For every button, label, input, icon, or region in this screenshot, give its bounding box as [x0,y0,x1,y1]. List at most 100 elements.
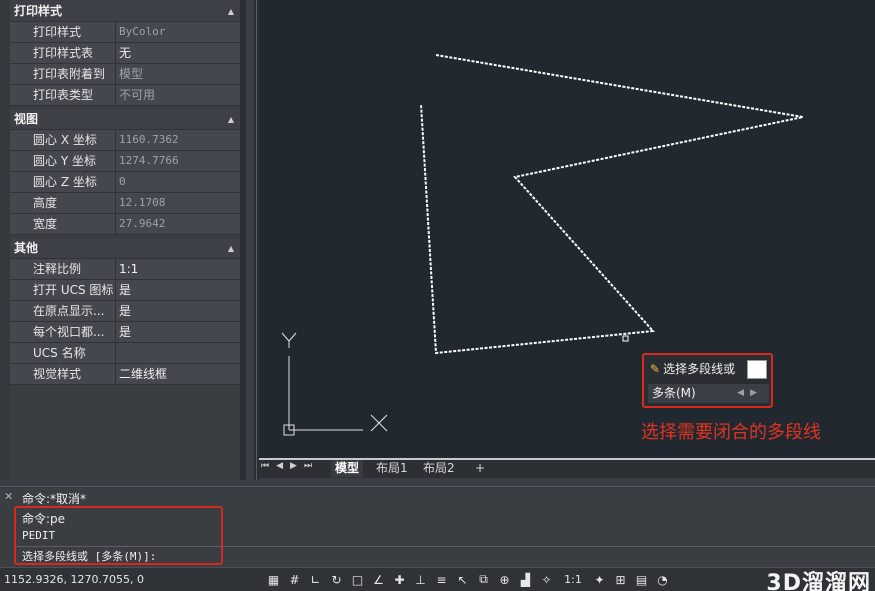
isolate-icon[interactable]: ⊞ [611,570,630,589]
property-value[interactable]: 是 [116,301,240,321]
model-space-icon[interactable]: ▦ [264,570,283,589]
snap-icon[interactable]: ∟ [306,570,325,589]
ortho-icon[interactable]: ↻ [327,570,346,589]
property-value[interactable]: 0 [116,172,240,192]
hardware-acceleration-icon[interactable]: ▤ [632,570,651,589]
property-row[interactable]: 每个视口都... 是 [10,322,240,343]
property-value[interactable]: 27.9642 [116,214,240,234]
annotation-monitor-icon[interactable]: ⧉ [474,570,493,589]
property-row[interactable]: 视觉样式 二维线框 [10,364,240,385]
layout-tab-bar: ⏮◀▶⏭ 模型 布局1 布局2 + [259,458,875,478]
property-key: 圆心 Z 坐标 [10,172,116,192]
prompt-line: ✎ 选择多段线或 [650,360,735,377]
option-arrows-icon[interactable]: ◀▶ [737,384,763,403]
section-header-view[interactable]: 视图 ▲ [10,109,240,130]
prompt-option-multiple[interactable]: 多条(M) ◀▶ [648,384,769,403]
property-key: 高度 [10,193,116,213]
workspace-icon[interactable]: ▟ [516,570,535,589]
watermark: 3D溜溜网 [766,571,871,591]
property-key: 打印样式表 [10,43,116,63]
property-value[interactable]: 1:1 [116,259,240,279]
selected-polyline[interactable] [420,54,804,355]
property-value[interactable]: 无 [116,43,240,63]
properties-palette: 打印样式 ▲ 打印样式 ByColor 打印样式表无 打印表附着到 模型 打印表类型… [0,0,246,480]
property-row[interactable]: 圆心 Y 坐标 1274.7766 [10,151,240,172]
selection-cycling-icon[interactable]: ↖ [453,570,472,589]
tab-layout2[interactable]: 布局2 [419,460,459,477]
zoom-icon[interactable]: ⊕ [495,570,514,589]
osnap-icon[interactable]: ∠ [369,570,388,589]
tab-navigation-icons[interactable]: ⏮◀▶⏭ [261,461,319,471]
property-row[interactable]: 高度 12.1708 [10,193,240,214]
section-title: 其他 [14,241,39,255]
annotation-scale[interactable]: 1:1 [558,570,588,589]
section-header-plot-style[interactable]: 打印样式 ▲ [10,1,240,22]
property-value[interactable]: 是 [116,322,240,342]
ucs-x-label: X [259,0,267,3]
property-key: 打印表附着到 [10,64,116,84]
annotation-text: 选择需要闭合的多段线 [641,422,821,443]
auto-scale-icon[interactable]: ✦ [590,570,609,589]
clean-screen-icon[interactable]: ◔ [653,570,672,589]
tab-add[interactable]: + [471,460,489,477]
section-title: 视图 [14,112,39,126]
close-icon[interactable]: ✕ [4,490,13,503]
palette-scrollbar[interactable] [240,0,246,480]
property-row[interactable]: 打印表类型 不可用 [10,85,240,106]
coordinates-readout: 1152.9326, 1270.7055, 0 [4,573,144,586]
dynamic-input-prompt: ✎ 选择多段线或 多条(M) ◀▶ [642,353,773,408]
collapse-caret-icon[interactable]: ▲ [228,109,234,130]
polar-icon[interactable]: □ [348,570,367,589]
property-row[interactable]: 打印样式表无 [10,43,240,64]
annotation-visibility-icon[interactable]: ✧ [537,570,556,589]
property-value[interactable]: ByColor [116,22,240,42]
property-value[interactable]: 二维线框 [116,364,240,384]
property-value[interactable]: 不可用 [116,85,240,105]
property-row[interactable]: 在原点显示... 是 [10,301,240,322]
property-value[interactable] [116,343,240,363]
property-row[interactable]: 打印样式 ByColor [10,22,240,43]
property-value[interactable]: 模型 [116,64,240,84]
grip-point[interactable] [622,335,629,342]
property-row[interactable]: UCS 名称 [10,343,240,364]
property-key: 每个视口都... [10,322,116,342]
property-key: 圆心 X 坐标 [10,130,116,150]
drawing-svg: YX [259,0,804,436]
status-bar: 1152.9326, 1270.7055, 0 ▦ # ∟ ↻ □ ∠ ✚ ⊥ … [0,567,875,591]
grid-icon[interactable]: # [285,570,304,589]
property-row[interactable]: 圆心 Z 坐标 0 [10,172,240,193]
section-title: 打印样式 [14,4,63,18]
tab-model[interactable]: 模型 [331,460,364,477]
palette-title-strip[interactable] [0,0,10,480]
otrack-icon[interactable]: ✚ [390,570,409,589]
highlight-box [14,506,223,565]
property-row[interactable]: 圆心 X 坐标 1160.7362 [10,130,240,151]
property-row[interactable]: 打印表附着到 模型 [10,64,240,85]
tab-layout1[interactable]: 布局1 [372,460,412,477]
dynamic-ucs-icon[interactable]: ⊥ [411,570,430,589]
property-value[interactable]: 1160.7362 [116,130,240,150]
command-history-line: 命令:*取消* [22,492,87,506]
section-header-misc[interactable]: 其他 ▲ [10,238,240,259]
property-row[interactable]: 打开 UCS 图标是 [10,280,240,301]
property-value[interactable]: 12.1708 [116,193,240,213]
ucs-icon [281,332,388,436]
property-key: 圆心 Y 坐标 [10,151,116,171]
collapse-caret-icon[interactable]: ▲ [228,238,234,259]
property-row[interactable]: 注释比例 1:1 [10,259,240,280]
prompt-text: 选择多段线或 [663,362,736,376]
panel-divider-line [256,0,257,480]
property-row[interactable]: 宽度 27.9642 [10,214,240,235]
property-value[interactable]: 1274.7766 [116,151,240,171]
property-key: 打印表类型 [10,85,116,105]
drawing-canvas[interactable]: YX [259,0,875,458]
lineweight-icon[interactable]: ≡ [432,570,451,589]
property-value[interactable]: 是 [116,280,240,300]
input-box[interactable] [747,360,767,379]
collapse-caret-icon[interactable]: ▲ [228,1,234,22]
property-key: 打印样式 [10,22,116,42]
pencil-icon: ✎ [650,362,661,376]
option-label: 多条(M) [652,386,696,400]
property-key: 宽度 [10,214,116,234]
property-key: UCS 名称 [10,343,116,363]
